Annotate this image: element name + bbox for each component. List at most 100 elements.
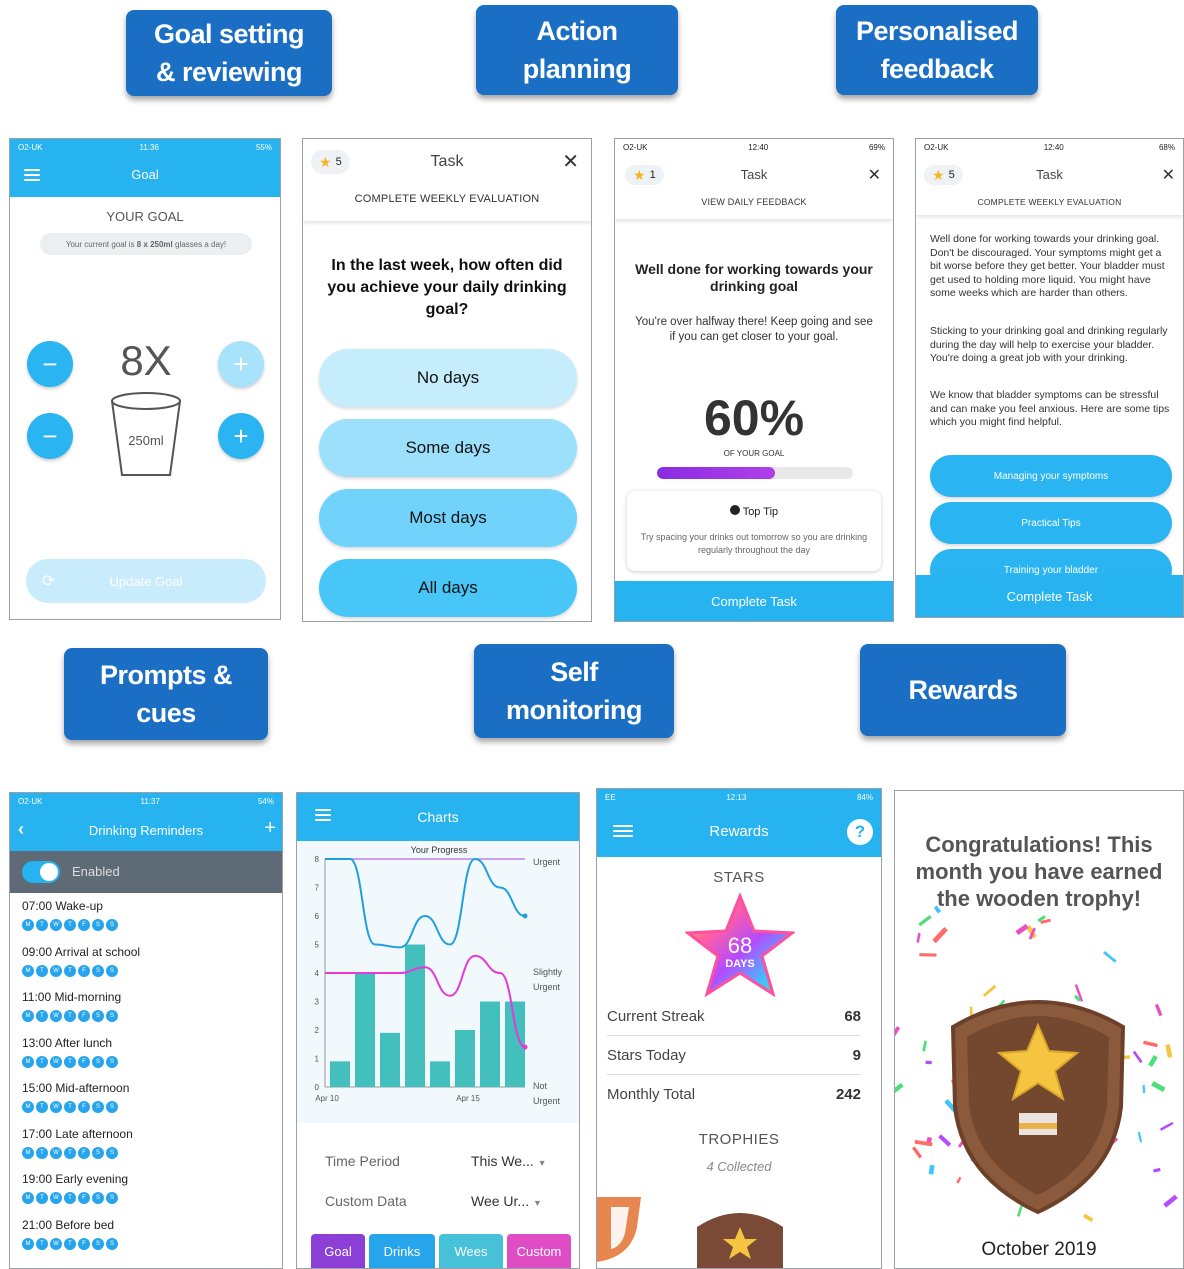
day-toggle[interactable]: W	[50, 919, 62, 931]
decrease-size-button[interactable]: −	[27, 413, 73, 459]
day-toggle[interactable]: T	[64, 919, 76, 931]
day-toggle[interactable]: S	[106, 1010, 118, 1022]
day-toggle[interactable]: F	[78, 1192, 90, 1204]
day-toggle[interactable]: T	[64, 1055, 76, 1068]
day-toggle[interactable]: W	[50, 1146, 62, 1159]
day-toggle[interactable]: S	[106, 964, 118, 977]
day-toggle[interactable]: T	[64, 1146, 76, 1159]
complete-task-button[interactable]: Complete Task	[615, 581, 893, 621]
day-toggle[interactable]: M	[22, 919, 34, 931]
option-no-days[interactable]: No days	[319, 349, 577, 407]
update-goal-label: Update Goal	[109, 573, 183, 589]
day-toggle[interactable]: S	[92, 1146, 104, 1159]
day-toggle[interactable]: S	[106, 919, 118, 931]
day-toggle[interactable]: T	[36, 1237, 48, 1250]
day-toggle[interactable]: W	[50, 1010, 62, 1022]
complete-task-button[interactable]: Complete Task	[916, 575, 1183, 617]
tab-goal[interactable]: Goal	[311, 1234, 365, 1268]
stars-heading: STARS	[713, 869, 765, 886]
day-toggle[interactable]: S	[92, 1192, 104, 1204]
reminder-label[interactable]: 11:00 Mid-morning	[22, 990, 121, 1004]
day-toggle[interactable]: T	[36, 964, 48, 977]
x-tick-label: Apr 10	[315, 1094, 339, 1103]
day-toggle[interactable]: T	[36, 1192, 48, 1204]
day-toggle[interactable]: S	[106, 1055, 118, 1068]
day-toggle[interactable]: F	[78, 1237, 90, 1250]
day-toggle[interactable]: F	[78, 1055, 90, 1068]
reminder-label[interactable]: 13:00 After lunch	[22, 1036, 112, 1050]
day-toggle[interactable]: F	[78, 1146, 90, 1159]
y-tick-label: 3	[315, 998, 320, 1007]
help-icon[interactable]: ?	[847, 819, 873, 845]
tab-drinks[interactable]: Drinks	[369, 1234, 435, 1268]
day-toggle[interactable]: S	[92, 1055, 104, 1068]
option-some-days[interactable]: Some days	[319, 419, 577, 477]
y-tick-label: 0	[315, 1083, 320, 1092]
day-toggle[interactable]: S	[106, 1101, 118, 1113]
custom-data-select[interactable]: Wee Ur... ▼	[471, 1193, 542, 1209]
confetti-piece	[1015, 923, 1029, 936]
day-toggle[interactable]: F	[78, 1101, 90, 1113]
day-toggle[interactable]: T	[36, 1146, 48, 1159]
increase-size-button[interactable]: +	[218, 413, 264, 459]
close-icon[interactable]: ✕	[562, 149, 579, 174]
day-toggle[interactable]: S	[92, 964, 104, 977]
day-toggle[interactable]: S	[106, 1192, 118, 1204]
time-period-select[interactable]: This We... ▼	[471, 1153, 547, 1169]
add-icon[interactable]: +	[264, 817, 276, 840]
day-toggle[interactable]: S	[92, 1101, 104, 1113]
day-toggle[interactable]: T	[64, 1010, 76, 1022]
day-toggle[interactable]: T	[64, 1192, 76, 1204]
day-toggle[interactable]: W	[50, 1192, 62, 1204]
confetti-piece	[1142, 1084, 1146, 1094]
option-all-days[interactable]: All days	[319, 559, 577, 617]
day-toggle[interactable]: T	[64, 1101, 76, 1113]
day-toggle[interactable]: M	[22, 1192, 34, 1204]
day-toggle[interactable]: M	[22, 1237, 34, 1250]
managing-symptoms-button[interactable]: Managing your symptoms	[930, 455, 1172, 497]
update-goal-button[interactable]: ⟳ Update Goal	[26, 559, 266, 603]
day-toggle[interactable]: S	[106, 1146, 118, 1159]
day-toggle[interactable]: M	[22, 1055, 34, 1068]
day-toggle[interactable]: W	[50, 964, 62, 977]
day-toggle[interactable]: S	[106, 1237, 118, 1250]
option-most-days[interactable]: Most days	[319, 489, 577, 547]
close-icon[interactable]: ✕	[1162, 165, 1175, 185]
close-icon[interactable]: ✕	[868, 165, 881, 185]
increase-count-button[interactable]: +	[218, 341, 264, 387]
day-toggle[interactable]: F	[78, 919, 90, 931]
reminder-label[interactable]: 17:00 Late afternoon	[22, 1127, 133, 1141]
tab-custom[interactable]: Custom	[507, 1234, 571, 1268]
reminder-label[interactable]: 21:00 Before bed	[22, 1218, 114, 1232]
urgency-label: Urgent	[533, 857, 561, 867]
tab-wees[interactable]: Wees	[439, 1234, 503, 1268]
day-toggle[interactable]: M	[22, 964, 34, 977]
practical-tips-button[interactable]: Practical Tips	[930, 502, 1172, 544]
day-toggle[interactable]: F	[78, 1010, 90, 1022]
day-toggle[interactable]: S	[92, 1010, 104, 1022]
reminder-label[interactable]: 09:00 Arrival at school	[22, 945, 140, 959]
day-toggle[interactable]: W	[50, 1237, 62, 1250]
day-toggle[interactable]: M	[22, 1101, 34, 1113]
day-toggle[interactable]: W	[50, 1055, 62, 1068]
day-toggle[interactable]: T	[36, 1055, 48, 1068]
day-toggle[interactable]: T	[36, 919, 48, 931]
day-toggle[interactable]: T	[36, 1101, 48, 1113]
clock: 11:37	[140, 796, 160, 806]
day-toggle[interactable]: S	[92, 1237, 104, 1250]
day-toggle[interactable]: T	[64, 964, 76, 977]
enabled-toggle[interactable]	[22, 861, 60, 883]
day-toggle[interactable]: S	[92, 919, 104, 931]
day-toggle[interactable]: M	[22, 1010, 34, 1022]
reminder-label[interactable]: 15:00 Mid-afternoon	[22, 1081, 129, 1095]
day-toggle[interactable]: T	[36, 1010, 48, 1022]
day-toggle[interactable]: W	[50, 1101, 62, 1113]
day-toggle[interactable]: F	[78, 964, 90, 977]
day-toggle[interactable]: T	[64, 1237, 76, 1250]
enabled-row: Enabled	[10, 851, 282, 893]
day-toggle[interactable]: M	[22, 1146, 34, 1159]
reminder-label[interactable]: 07:00 Wake-up	[22, 899, 103, 913]
reminder-label[interactable]: 19:00 Early evening	[22, 1172, 128, 1186]
decrease-count-button[interactable]: −	[27, 341, 73, 387]
feedback-body: You're over halfway there! Keep going an…	[635, 316, 873, 343]
